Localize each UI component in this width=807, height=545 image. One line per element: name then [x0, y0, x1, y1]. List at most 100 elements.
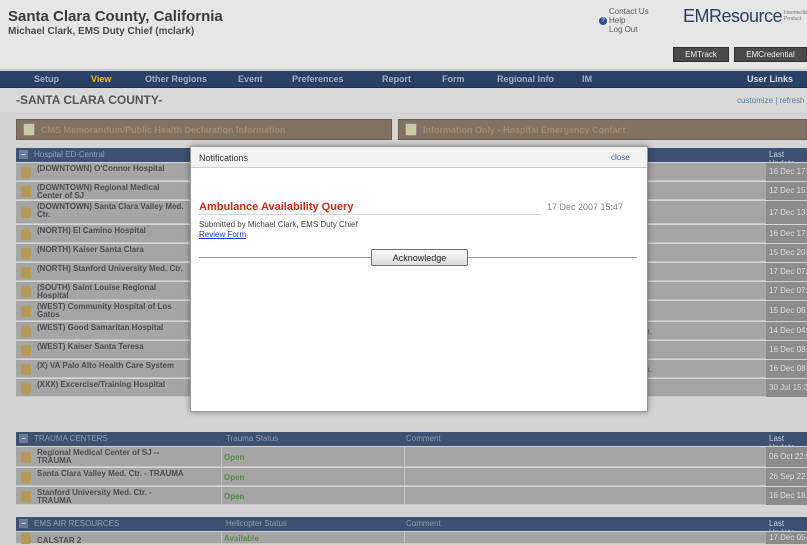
status-icon[interactable]	[21, 345, 31, 356]
brand-logo: EMResource	[683, 6, 783, 26]
last-update-value: 15 Dec 20:01	[766, 244, 807, 262]
status-icon[interactable]	[21, 491, 31, 502]
resource-name[interactable]: (WEST) Community Hospital of Los Gatos	[37, 303, 187, 319]
nav-event[interactable]: Event	[238, 74, 263, 84]
hospital-contact-banner[interactable]: Information Only - Hospital Emergency Co…	[398, 119, 807, 140]
nav-report[interactable]: Report	[382, 74, 411, 84]
county-title: Santa Clara County, California	[8, 8, 223, 25]
collapse-icon[interactable]: −	[19, 150, 28, 159]
resource-status[interactable]: Open	[224, 453, 244, 462]
status-icon[interactable]	[21, 326, 31, 337]
app-header: Santa Clara County, California Michael C…	[0, 0, 807, 70]
column-divider	[404, 532, 405, 543]
query-underline	[199, 214, 541, 215]
status-icon[interactable]	[21, 383, 31, 394]
resource-name[interactable]: Stanford University Med. Ctr. - TRAUMA	[37, 489, 187, 505]
resource-name[interactable]: (NORTH) El Camino Hospital	[37, 227, 187, 235]
resource-name[interactable]: (XXX) Excercise/Training Hospital	[37, 381, 187, 389]
status-icon[interactable]	[21, 248, 31, 259]
table-row[interactable]: CALSTAR 2 Available 17 Dec 05:30	[16, 532, 807, 545]
table-row[interactable]: Regional Medical Center of SJ -- TRAUMA O…	[16, 447, 807, 467]
status-icon[interactable]	[21, 186, 31, 197]
submitted-by: Submitted by Michael Clark, EMS Duty Chi…	[199, 220, 358, 229]
dialog-header: Notifications close	[191, 147, 647, 168]
resource-name[interactable]: (NORTH) Kaiser Santa Clara	[37, 246, 187, 254]
resource-name[interactable]: (NORTH) Stanford University Med. Ctr.	[37, 265, 187, 273]
status-icon[interactable]	[21, 364, 31, 375]
hospital-section-title: Hospital ED-Central	[34, 150, 105, 159]
air-section-title: EMS AIR RESOURCES	[34, 519, 120, 528]
close-link[interactable]: close	[611, 153, 630, 162]
resource-status[interactable]: Open	[224, 473, 244, 482]
info-icon	[23, 123, 35, 136]
resource-status[interactable]: Available	[224, 534, 259, 543]
column-divider	[221, 532, 222, 543]
nav-other-regions[interactable]: Other Regions	[145, 74, 207, 84]
acknowledge-button[interactable]: Acknowledge	[371, 249, 468, 266]
column-divider	[221, 487, 222, 504]
query-date: 17 Dec 2007 15:47	[547, 202, 624, 212]
view-title: -SANTA CLARA COUNTY-	[16, 93, 163, 107]
collapse-icon[interactable]: −	[19, 519, 28, 528]
nav-im[interactable]: IM	[582, 74, 592, 84]
resource-name[interactable]: (X) VA Palo Alto Health Care System	[37, 362, 187, 370]
resource-name[interactable]: (DOWNTOWN) O'Connor Hospital	[37, 165, 187, 173]
nav-view[interactable]: View	[91, 74, 111, 84]
nav-regional-info[interactable]: Regional Info	[497, 74, 554, 84]
log-out-link[interactable]: Log Out	[609, 25, 649, 34]
cms-banner[interactable]: CMS Memorandum/Public Health Declaration…	[16, 119, 392, 140]
contact-us-link[interactable]: Contact Us	[609, 7, 649, 16]
cms-banner-label: CMS Memorandum/Public Health Declaration…	[41, 125, 286, 135]
user-info: Michael Clark, EMS Duty Chief (mclark)	[8, 26, 195, 37]
comment-header: Comment	[406, 434, 441, 443]
column-divider	[221, 447, 222, 466]
status-icon[interactable]	[21, 267, 31, 278]
status-icon[interactable]	[21, 306, 31, 317]
resource-name[interactable]: (DOWNTOWN) Regional Medical Center of SJ	[37, 184, 187, 200]
last-update-value: 16 Dec 08:22	[766, 341, 807, 359]
review-form-link[interactable]: Review Form	[199, 230, 246, 239]
column-divider	[221, 468, 222, 485]
nav-setup[interactable]: Setup	[34, 74, 59, 84]
status-icon[interactable]	[21, 207, 31, 218]
status-icon[interactable]	[21, 472, 31, 483]
resource-name[interactable]: Regional Medical Center of SJ -- TRAUMA	[37, 449, 187, 465]
resource-name[interactable]: (DOWNTOWN) Santa Clara Valley Med. Ctr.	[37, 203, 187, 219]
last-update-value: 16 Dec 18:37	[766, 487, 807, 505]
info-icon	[405, 123, 417, 136]
brand-subtitle: Intermedix Product	[784, 10, 807, 22]
county-bar: -SANTA CLARA COUNTY- customize | refresh	[0, 88, 807, 112]
query-title: Ambulance Availability Query	[199, 201, 354, 213]
main-nav: Setup View Other Regions Event Preferenc…	[0, 71, 807, 88]
status-icon[interactable]	[21, 533, 31, 544]
header-links: Contact Us ? Help Log Out	[599, 7, 649, 34]
nav-user-links[interactable]: User Links	[747, 74, 793, 84]
last-update-value: 17 Dec 05:30	[766, 532, 807, 544]
comment-header: Comment	[406, 519, 441, 528]
emtrack-button[interactable]: EMTrack	[673, 47, 729, 62]
status-icon[interactable]	[21, 452, 31, 463]
status-icon[interactable]	[21, 167, 31, 178]
last-update-value: 17 Dec 07:42	[766, 282, 807, 300]
status-icon[interactable]	[21, 286, 31, 297]
resource-name[interactable]: (SOUTH) Saint Louise Regional Hospital	[37, 284, 187, 300]
customize-refresh-links[interactable]: customize | refresh	[737, 96, 804, 105]
column-divider	[404, 447, 405, 466]
status-icon[interactable]	[21, 229, 31, 240]
resource-name[interactable]: CALSTAR 2	[37, 537, 187, 545]
nav-form[interactable]: Form	[442, 74, 465, 84]
collapse-icon[interactable]: −	[19, 434, 28, 443]
resource-name[interactable]: Santa Clara Valley Med. Ctr. - TRAUMA	[37, 470, 187, 478]
help-link[interactable]: ? Help	[599, 16, 649, 25]
emcredential-button[interactable]: EMCredential	[734, 47, 807, 62]
hospital-contact-banner-label: Information Only - Hospital Emergency Co…	[423, 125, 626, 135]
last-update-value: 12 Dec 15:59	[766, 182, 807, 200]
resource-name[interactable]: (WEST) Good Samaritan Hospital	[37, 324, 187, 332]
column-divider	[404, 468, 405, 485]
resource-name[interactable]: (WEST) Kaiser Santa Teresa	[37, 343, 187, 351]
resource-status[interactable]: Open	[224, 492, 244, 501]
table-row[interactable]: Santa Clara Valley Med. Ctr. - TRAUMA Ope…	[16, 468, 807, 486]
table-row[interactable]: Stanford University Med. Ctr. - TRAUMA Op…	[16, 487, 807, 505]
notifications-dialog: Notifications close Ambulance Availabili…	[190, 146, 648, 412]
nav-preferences[interactable]: Preferences	[292, 74, 344, 84]
